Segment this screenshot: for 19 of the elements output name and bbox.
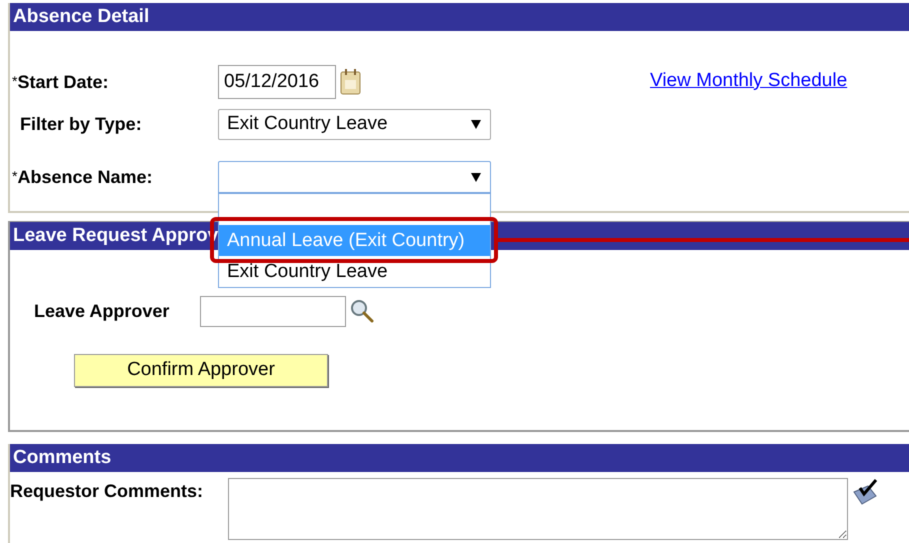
field-label: Requestor Comments: (10, 480, 204, 503)
dropdown-caret-icon (470, 118, 482, 130)
field-label: Leave Approver (33, 300, 170, 323)
date-field[interactable]: 05/12/2016 (218, 65, 336, 99)
section-header: Absence Detail (10, 3, 909, 31)
field-label: Filter by Type: (19, 112, 143, 136)
field-label: Absence Name: (17, 166, 153, 188)
dropdown-caret-icon (470, 171, 482, 183)
view-schedule-link[interactable]: View Monthly Schedule (650, 66, 848, 96)
approver-field[interactable] (200, 296, 346, 326)
required-marker: * (12, 72, 18, 90)
type-select[interactable]: Exit Country Leave (218, 108, 491, 140)
confirm-approver-button[interactable]: Confirm Approver (74, 354, 328, 387)
field-label: Start Date: (17, 70, 108, 94)
required-marker: * (12, 166, 18, 186)
comments-field[interactable] (228, 478, 848, 540)
section-header: Comments (10, 444, 909, 472)
calendar-icon[interactable] (340, 69, 362, 95)
search-icon[interactable] (350, 299, 374, 323)
